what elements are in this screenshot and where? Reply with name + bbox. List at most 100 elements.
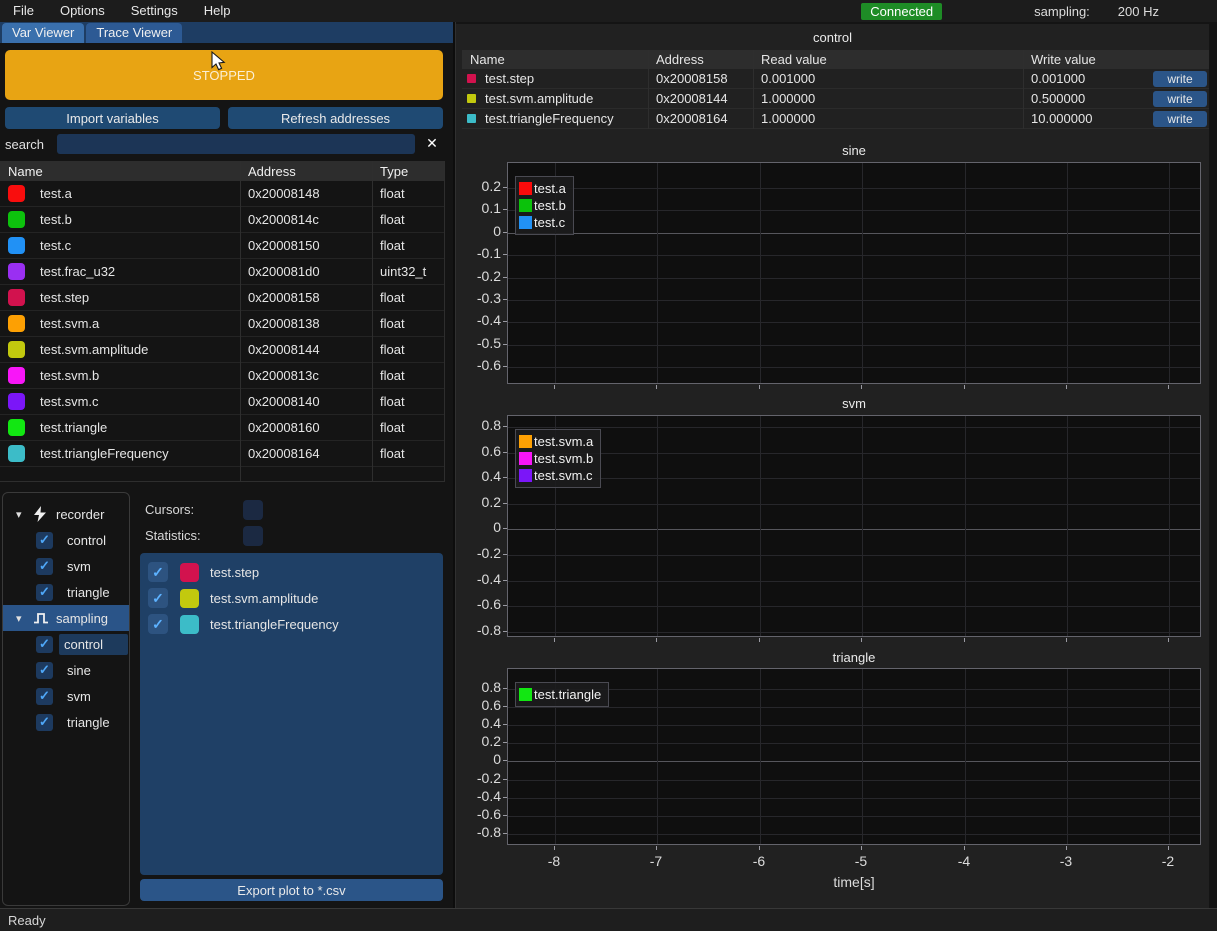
legend-entry[interactable]: test.c [519, 214, 566, 231]
checkbox-checked[interactable]: ✓ [36, 688, 53, 705]
tree-item-recorder-control[interactable]: ✓control [3, 527, 129, 553]
menu-settings[interactable]: Settings [118, 0, 191, 22]
statistics-label: Statistics: [145, 528, 201, 543]
selected-variable-row[interactable]: ✓test.svm.amplitude [140, 585, 443, 611]
col-header-read-value[interactable]: Read value [753, 52, 1023, 67]
variable-row[interactable]: test.frac_u320x200081d0uint32_t [0, 259, 445, 285]
col-header-name[interactable]: Name [462, 52, 648, 67]
tree-item-sampling-triangle[interactable]: ✓triangle [3, 709, 129, 735]
col-header-type[interactable]: Type [372, 164, 445, 179]
variable-color-swatch[interactable] [8, 393, 25, 410]
selected-variable-row[interactable]: ✓test.step [140, 559, 443, 585]
legend-entry[interactable]: test.svm.c [519, 467, 593, 484]
table-scrollbar[interactable] [444, 161, 445, 481]
legend-entry[interactable]: test.svm.a [519, 433, 593, 450]
variable-row[interactable]: test.a0x20008148float [0, 181, 445, 207]
square-wave-icon [33, 611, 50, 625]
checkbox-checked[interactable]: ✓ [148, 588, 168, 608]
variable-color-swatch[interactable] [8, 419, 25, 436]
control-table-row[interactable]: test.step0x200081580.0010000.001000write [462, 69, 1209, 89]
import-variables-button[interactable]: Import variables [5, 107, 220, 129]
variable-color-swatch[interactable] [8, 185, 25, 202]
tree-item-sampling-control[interactable]: ✓control [3, 631, 129, 657]
variable-address: 0x20008164 [648, 111, 753, 126]
checkbox-checked[interactable]: ✓ [36, 584, 53, 601]
tab-var-viewer[interactable]: Var Viewer [2, 23, 84, 43]
tree-group-label: recorder [56, 507, 104, 522]
chart-plot-sine[interactable] [507, 162, 1201, 384]
variable-row[interactable]: test.step0x20008158float [0, 285, 445, 311]
tree-item-recorder-svm[interactable]: ✓svm [3, 553, 129, 579]
variable-color-swatch[interactable] [180, 589, 199, 608]
variable-color-swatch[interactable] [8, 237, 25, 254]
write-button[interactable]: write [1153, 91, 1207, 107]
col-header-name[interactable]: Name [0, 164, 240, 179]
tree-item-recorder-triangle[interactable]: ✓triangle [3, 579, 129, 605]
refresh-addresses-button[interactable]: Refresh addresses [228, 107, 443, 129]
legend-entry[interactable]: test.svm.b [519, 450, 593, 467]
legend-entry[interactable]: test.triangle [519, 686, 601, 703]
y-tick-mark [503, 742, 507, 743]
write-value[interactable]: 10.000000 [1031, 111, 1092, 126]
tree-item-sampling-sine[interactable]: ✓sine [3, 657, 129, 683]
col-header-address[interactable]: Address [240, 164, 372, 179]
search-clear-icon[interactable]: ✕ [424, 135, 440, 152]
col-header-address[interactable]: Address [648, 52, 753, 67]
variable-color-swatch[interactable] [180, 563, 199, 582]
menu-file[interactable]: File [0, 0, 47, 22]
variable-address: 0x20008144 [240, 342, 372, 357]
variable-color-swatch[interactable] [8, 263, 25, 280]
expand-arrow-icon[interactable]: ▾ [16, 508, 29, 521]
variable-color-swatch[interactable] [8, 211, 25, 228]
variable-color-swatch[interactable] [8, 289, 25, 306]
menu-options[interactable]: Options [47, 0, 118, 22]
variable-color-swatch[interactable] [180, 615, 199, 634]
gridline [508, 453, 1200, 454]
col-header-write-value[interactable]: Write value [1023, 52, 1209, 67]
variable-color-swatch[interactable] [8, 445, 25, 462]
variable-row[interactable]: test.b0x2000814cfloat [0, 207, 445, 233]
tab-trace-viewer[interactable]: Trace Viewer [86, 23, 182, 43]
write-value[interactable]: 0.500000 [1031, 91, 1085, 106]
menu-help[interactable]: Help [191, 0, 244, 22]
control-table-row[interactable]: test.svm.amplitude0x200081441.0000000.50… [462, 89, 1209, 109]
checkbox-checked[interactable]: ✓ [148, 614, 168, 634]
selected-variable-row[interactable]: ✓test.triangleFrequency [140, 611, 443, 637]
legend-entry[interactable]: test.b [519, 197, 566, 214]
chart-plot-triangle[interactable] [507, 668, 1201, 845]
legend-color-swatch [519, 199, 532, 212]
export-csv-button[interactable]: Export plot to *.csv [140, 879, 443, 901]
legend-entry[interactable]: test.a [519, 180, 566, 197]
variable-row[interactable]: test.svm.amplitude0x20008144float [0, 337, 445, 363]
variable-color-swatch[interactable] [8, 367, 25, 384]
checkbox-checked[interactable]: ✓ [36, 636, 53, 653]
checkbox-checked[interactable]: ✓ [36, 714, 53, 731]
cursors-checkbox[interactable] [243, 500, 263, 520]
statistics-checkbox[interactable] [243, 526, 263, 546]
checkbox-checked[interactable]: ✓ [36, 662, 53, 679]
variable-row[interactable]: test.svm.b0x2000813cfloat [0, 363, 445, 389]
variable-color-swatch[interactable] [8, 315, 25, 332]
write-value[interactable]: 0.001000 [1031, 71, 1085, 86]
status-text: Ready [8, 913, 46, 928]
checkbox-checked[interactable]: ✓ [36, 558, 53, 575]
tree-group-sampling[interactable]: ▾ sampling [3, 605, 129, 631]
tree-group-recorder[interactable]: ▾ recorder [3, 501, 129, 527]
control-table-row[interactable]: test.triangleFrequency0x200081641.000000… [462, 109, 1209, 129]
variable-color-swatch[interactable] [8, 341, 25, 358]
variable-row[interactable]: test.svm.c0x20008140float [0, 389, 445, 415]
checkbox-checked[interactable]: ✓ [148, 562, 168, 582]
variable-row[interactable]: test.triangleFrequency0x20008164float [0, 441, 445, 467]
chart-plot-svm[interactable] [507, 415, 1201, 637]
variable-row[interactable]: test.triangle0x20008160float [0, 415, 445, 441]
variable-row[interactable]: test.c0x20008150float [0, 233, 445, 259]
tree-item-sampling-svm[interactable]: ✓svm [3, 683, 129, 709]
write-button[interactable]: write [1153, 71, 1207, 87]
write-button[interactable]: write [1153, 111, 1207, 127]
sampling-rate-value[interactable]: 200 Hz [1118, 4, 1159, 19]
variable-row[interactable]: test.svm.a0x20008138float [0, 311, 445, 337]
search-input[interactable] [57, 134, 415, 154]
checkbox-checked[interactable]: ✓ [36, 532, 53, 549]
expand-arrow-icon[interactable]: ▾ [16, 612, 29, 625]
tree-group-label: sampling [56, 611, 108, 626]
